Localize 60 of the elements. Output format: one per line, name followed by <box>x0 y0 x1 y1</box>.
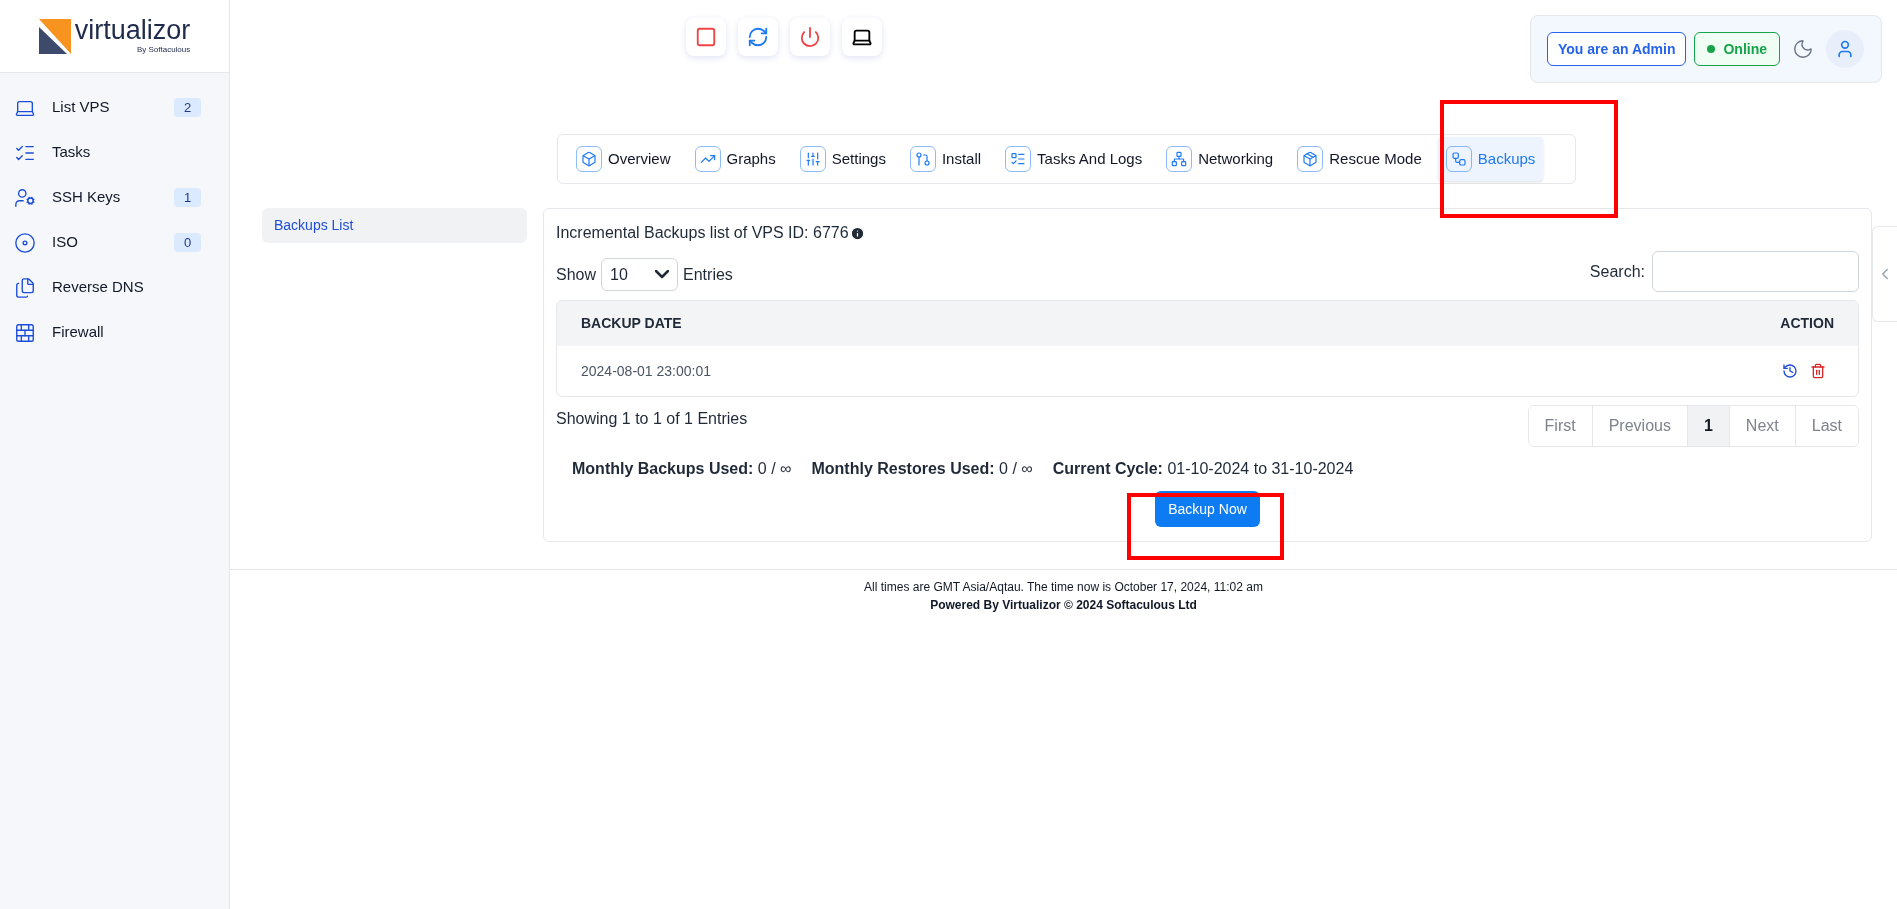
usage-stat: Current Cycle: 01-10-2024 to 31-10-2024 <box>1052 459 1354 479</box>
tab[interactable]: Tasks And Logs <box>997 137 1151 181</box>
disc-icon <box>14 231 36 254</box>
stop-icon <box>695 26 717 48</box>
sliders-icon <box>799 146 826 172</box>
tab[interactable]: Install <box>901 137 990 181</box>
power-icon <box>799 26 821 48</box>
network-icon <box>1166 146 1193 172</box>
tab[interactable]: Backups <box>1437 137 1544 181</box>
page-size-select[interactable]: 10 <box>601 258 679 291</box>
cube-icon <box>576 146 602 172</box>
entries-label: Entries <box>683 264 733 285</box>
search-label: Search: <box>1589 261 1645 282</box>
status-badge: Online <box>1694 32 1781 66</box>
sidebar-item[interactable]: List VPS 2 <box>0 85 229 130</box>
show-label: Show <box>556 264 597 285</box>
table-cell-text: 2024-08-01 23:00:01 <box>581 361 711 381</box>
firewall-icon <box>14 321 36 344</box>
entries-summary: Showing 1 to 1 of 1 Entries <box>556 409 748 429</box>
hierarchy-icon <box>1445 146 1472 172</box>
usage-stat: Monthly Backups Used: 0 / ∞ <box>572 459 792 479</box>
usage-stat: Monthly Restores Used: 0 / ∞ <box>811 459 1033 479</box>
sidebar-item[interactable]: ISO 0 <box>0 220 229 265</box>
documents-icon <box>14 276 36 299</box>
card-title: Incremental Backups list of VPS ID: 6776 <box>556 223 849 243</box>
search-field[interactable] <box>1652 251 1859 292</box>
logo-byline: By Softaculous <box>136 43 191 56</box>
branch-icon <box>909 146 936 172</box>
sidebar-item[interactable]: Firewall <box>0 310 229 355</box>
count-badge: 1 <box>174 188 201 207</box>
chevron-down-icon <box>655 270 670 279</box>
package-icon <box>1297 146 1324 172</box>
logo-text: virtualizor <box>74 16 191 44</box>
count-badge: 0 <box>174 233 201 252</box>
sidebar-item[interactable]: Tasks <box>0 130 229 175</box>
page-button[interactable]: 1 <box>1686 406 1729 446</box>
column-header: ACTION <box>1780 314 1834 333</box>
info-icon[interactable] <box>849 225 865 241</box>
moon-icon[interactable] <box>1792 38 1815 60</box>
count-badge: 2 <box>174 98 201 117</box>
footer-copyright-text: Powered By Virtualizor © 2024 Softaculous Ltd <box>930 597 1197 614</box>
delete-icon[interactable] <box>1810 363 1826 379</box>
user-key-icon <box>14 186 36 209</box>
tab[interactable]: Settings <box>791 137 894 181</box>
restart-icon <box>747 26 769 48</box>
toolbar-button[interactable] <box>842 18 882 56</box>
footer-timezone-text: All times are GMT Asia/Aqtau. The time now is October 17, 2024, 11:02 am <box>864 579 1263 596</box>
restore-icon[interactable] <box>1782 363 1798 379</box>
tab[interactable]: Overview <box>568 137 679 181</box>
subnav-item[interactable]: Backups List <box>262 208 527 243</box>
sidebar-item[interactable]: SSH Keys 1 <box>0 175 229 220</box>
tab[interactable]: Rescue Mode <box>1289 137 1430 181</box>
sidebar-item[interactable]: Reverse DNS <box>0 265 229 310</box>
user-avatar-button[interactable] <box>1826 30 1865 68</box>
tab[interactable]: Networking <box>1158 137 1282 181</box>
column-header: BACKUP DATE <box>581 314 682 333</box>
logo-icon <box>38 18 71 54</box>
tab[interactable]: Graphs <box>686 137 784 181</box>
checklist-icon <box>1005 146 1032 172</box>
role-badge: You are an Admin <box>1547 32 1687 66</box>
